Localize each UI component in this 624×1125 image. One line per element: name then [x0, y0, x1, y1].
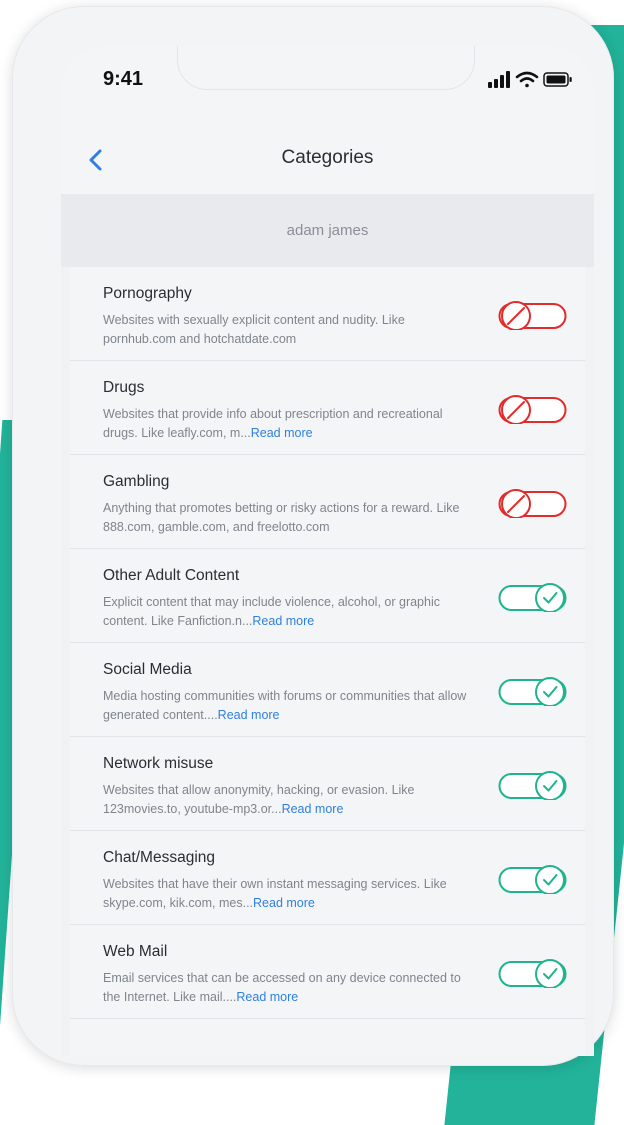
category-description: Email services that can be accessed on a…	[103, 971, 461, 1004]
status-time: 9:41	[103, 68, 144, 90]
category-row-web-mail: Web Mail Email services that can be acce…	[70, 925, 585, 1019]
phone-screen: 9:41 Categories adam james Pornography W…	[61, 46, 594, 1056]
category-row-chat-messaging: Chat/Messaging Websites that have their …	[70, 831, 585, 925]
notch	[177, 46, 475, 90]
category-title: Other Adult Content	[103, 567, 240, 584]
signal-icon	[488, 71, 510, 88]
category-description: Websites that provide info about prescri…	[103, 407, 443, 440]
toggle-blocked[interactable]	[498, 484, 568, 518]
toggle-blocked[interactable]	[498, 390, 568, 424]
category-row-network-misuse: Network misuse Websites that allow anony…	[70, 737, 585, 831]
category-row-other-adult-content: Other Adult Content Explicit content tha…	[70, 549, 585, 643]
user-name: adam james	[286, 222, 369, 239]
battery-icon	[543, 72, 572, 87]
category-description: Anything that promotes betting or risky …	[103, 501, 460, 534]
category-row-pornography: Pornography Websites with sexually expli…	[70, 267, 585, 361]
category-description: Explicit content that may include violen…	[103, 595, 440, 628]
phone-frame: 9:41 Categories adam james Pornography W…	[12, 6, 614, 1066]
category-title: Network misuse	[103, 755, 214, 772]
category-title: Web Mail	[103, 943, 168, 960]
category-title: Social Media	[103, 661, 192, 678]
category-title: Pornography	[103, 285, 192, 302]
toggle-allowed[interactable]	[498, 860, 568, 894]
toggle-allowed[interactable]	[498, 766, 568, 800]
category-row-partial	[70, 1019, 585, 1056]
toggle-knob	[535, 583, 565, 612]
category-row-drugs: Drugs Websites that provide info about p…	[70, 361, 585, 455]
read-more-link[interactable]: Read more	[251, 426, 313, 440]
category-description: Websites with sexually explicit content …	[103, 313, 405, 346]
category-list: Pornography Websites with sexually expli…	[70, 267, 585, 1056]
toggle-knob	[535, 677, 565, 706]
wifi-icon	[515, 71, 539, 88]
category-description: Websites that have their own instant mes…	[103, 877, 447, 910]
category-row-gambling: Gambling Anything that promotes betting …	[70, 455, 585, 549]
read-more-link[interactable]: Read more	[218, 708, 280, 722]
read-more-link[interactable]: Read more	[253, 896, 315, 910]
category-description: Websites that allow anonymity, hacking, …	[103, 783, 415, 816]
toggle-allowed[interactable]	[498, 954, 568, 988]
toggle-blocked[interactable]	[498, 296, 568, 330]
read-more-link[interactable]: Read more	[236, 990, 298, 1004]
category-title: Drugs	[103, 379, 145, 396]
toggle-knob	[535, 959, 565, 988]
read-more-link[interactable]: Read more	[282, 802, 344, 816]
toggle-allowed[interactable]	[498, 672, 568, 706]
status-icons	[488, 71, 572, 88]
page-title: Categories	[281, 147, 374, 168]
category-description: Media hosting communities with forums or…	[103, 689, 467, 722]
read-more-link[interactable]: Read more	[252, 614, 314, 628]
toggle-knob	[535, 771, 565, 800]
category-row-social-media: Social Media Media hosting communities w…	[70, 643, 585, 737]
category-title: Chat/Messaging	[103, 849, 216, 866]
toggle-knob	[535, 865, 565, 894]
category-title: Gambling	[103, 473, 170, 490]
toggle-allowed[interactable]	[498, 578, 568, 612]
